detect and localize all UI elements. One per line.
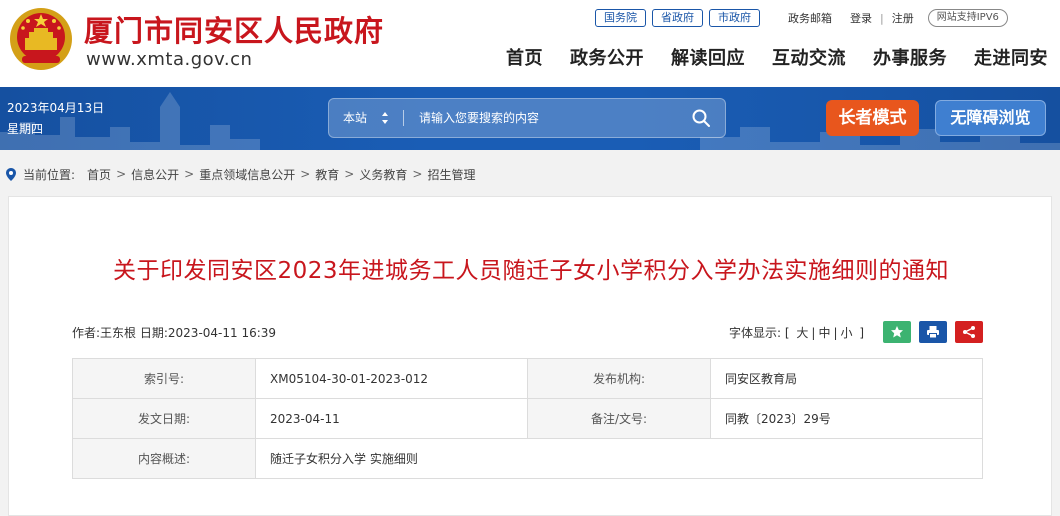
national-emblem: [10, 8, 72, 70]
issue-date-label: 发文日期:: [72, 398, 256, 439]
issue-date-value: 2023-04-11: [255, 398, 528, 439]
search-divider: [403, 110, 404, 126]
site-url: www.xmta.gov.cn: [86, 49, 253, 70]
site-header: 厦门市同安区人民政府 www.xmta.gov.cn 国务院 省政府 市政府 政…: [0, 0, 1060, 87]
link-city[interactable]: 市政府: [709, 9, 760, 27]
link-gov-mail[interactable]: 政务邮箱: [788, 10, 832, 26]
separator: |: [880, 11, 884, 25]
star-icon: [891, 326, 903, 338]
print-icon: [927, 326, 939, 339]
nav-gov-affairs[interactable]: 政务公开: [570, 44, 644, 70]
font-size-label: 字体显示:: [729, 326, 782, 340]
search-input[interactable]: [419, 99, 679, 137]
updown-arrows-icon: [382, 112, 388, 124]
breadcrumb-arrow: >: [300, 167, 311, 181]
font-size-small[interactable]: 小: [841, 326, 853, 340]
search-box: 本站: [328, 98, 726, 138]
summary-label: 内容概述:: [72, 438, 256, 479]
article-card: 关于印发同安区2023年进城务工人员随迁子女小学积分入学办法实施细则的通知 作者…: [8, 196, 1052, 516]
doc-number-label: 备注/文号:: [527, 398, 711, 439]
accessibility-button[interactable]: 无障碍浏览: [935, 100, 1046, 136]
favorite-button[interactable]: [883, 321, 911, 343]
location-pin-icon: [6, 167, 16, 181]
index-number-value: XM05104-30-01-2023-012: [255, 358, 528, 399]
site-name: 厦门市同安区人民政府: [84, 14, 385, 48]
date-text: 2023年04月13日: [7, 101, 105, 115]
nav-home[interactable]: 首页: [506, 44, 543, 70]
search-bar-band: 2023年04月13日 星期四 本站 长者模式 无障碍浏览: [0, 87, 1060, 150]
publisher-label: 发布机构:: [527, 358, 711, 399]
top-links: 国务院 省政府 市政府 政务邮箱 登录 | 注册 网站支持IPV6: [595, 8, 1008, 28]
search-icon[interactable]: [691, 108, 711, 128]
breadcrumb-arrow: >: [344, 167, 355, 181]
table-row: 发文日期: 2023-04-11 备注/文号: 同教〔2023〕29号: [72, 398, 983, 439]
nav-interpretation[interactable]: 解读回应: [671, 44, 745, 70]
doc-number-value: 同教〔2023〕29号: [710, 398, 983, 439]
link-province[interactable]: 省政府: [652, 9, 703, 27]
search-scope-select[interactable]: 本站: [343, 99, 367, 137]
link-state-council[interactable]: 国务院: [595, 9, 646, 27]
nav-about[interactable]: 走进同安: [974, 44, 1048, 70]
main-nav: 首页 政务公开 解读回应 互动交流 办事服务 走进同安: [479, 44, 1048, 70]
breadcrumb-item-home[interactable]: 首页: [87, 166, 111, 183]
table-row: 内容概述: 随迁子女积分入学 实施细则: [72, 438, 983, 479]
breadcrumb-label: 当前位置:: [23, 167, 76, 182]
nav-interaction[interactable]: 互动交流: [772, 44, 846, 70]
document-info-table: 索引号: XM05104-30-01-2023-012 发布机构: 同安区教育局…: [72, 358, 983, 479]
link-register[interactable]: 注册: [892, 10, 914, 26]
article-title: 关于印发同安区2023年进城务工人员随迁子女小学积分入学办法实施细则的通知: [112, 258, 950, 284]
breadcrumb-arrow: >: [116, 167, 127, 181]
article-meta: 作者:王东根 日期:2023-04-11 16:39: [72, 326, 277, 340]
breadcrumb: 当前位置: 首页 > 信息公开 > 重点领域信息公开 > 教育 > 义务教育 >…: [6, 164, 475, 184]
table-row: 索引号: XM05104-30-01-2023-012 发布机构: 同安区教育局: [72, 358, 983, 399]
summary-value: 随迁子女积分入学 实施细则: [255, 438, 983, 479]
font-size-switcher: 字体显示: [ 大 | 中 | 小 ]: [729, 326, 865, 340]
ipv6-badge: 网站支持IPV6: [927, 9, 1008, 27]
publisher-value: 同安区教育局: [710, 358, 983, 399]
breadcrumb-arrow: >: [412, 167, 423, 181]
link-login[interactable]: 登录: [850, 10, 872, 26]
elder-mode-button[interactable]: 长者模式: [826, 100, 919, 136]
breadcrumb-item-key-areas[interactable]: 重点领域信息公开: [199, 166, 295, 183]
breadcrumb-item-enrollment[interactable]: 招生管理: [427, 166, 475, 183]
current-date: 2023年04月13日 星期四: [7, 98, 104, 140]
font-size-medium[interactable]: 中: [818, 326, 830, 340]
weekday-text: 星期四: [7, 122, 44, 136]
print-button[interactable]: [919, 321, 947, 343]
font-size-large[interactable]: 大: [796, 326, 808, 340]
breadcrumb-item-education[interactable]: 教育: [315, 166, 339, 183]
share-icon: [963, 326, 975, 338]
share-button[interactable]: [955, 321, 983, 343]
breadcrumb-arrow: >: [184, 167, 195, 181]
breadcrumb-item-compulsory[interactable]: 义务教育: [359, 166, 407, 183]
nav-services[interactable]: 办事服务: [873, 44, 947, 70]
index-number-label: 索引号:: [72, 358, 256, 399]
breadcrumb-item-info[interactable]: 信息公开: [131, 166, 179, 183]
